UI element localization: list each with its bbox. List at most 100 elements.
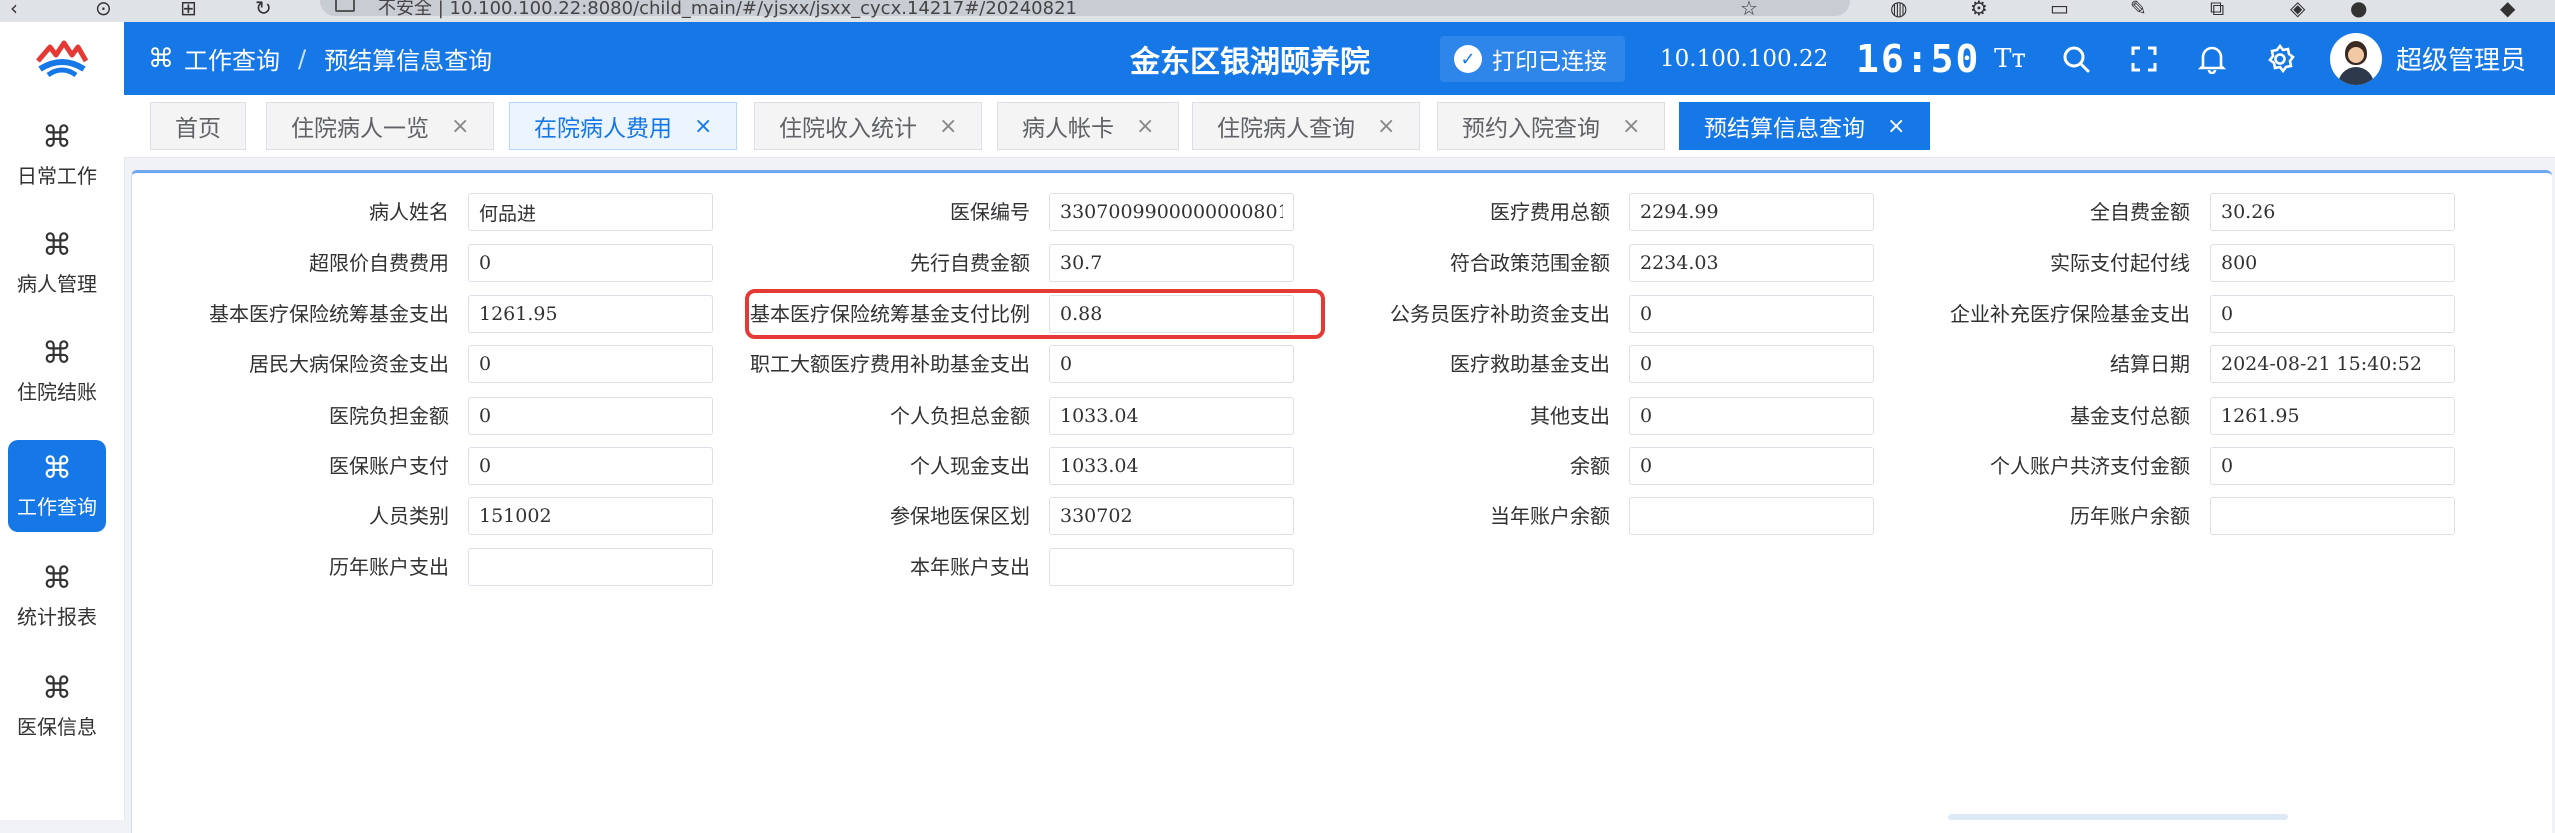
- bell-icon[interactable]: [2190, 36, 2234, 82]
- policy-scope-amount-field[interactable]: [1629, 244, 1874, 282]
- close-icon[interactable]: ×: [1887, 114, 1905, 139]
- employee-large-subsidy-field[interactable]: [1049, 345, 1294, 383]
- tab-home[interactable]: 首页: [150, 102, 246, 150]
- label-civil-servant-subsidy: 公务员医疗补助资金支出: [1390, 302, 1610, 326]
- civil-servant-subsidy-field[interactable]: [1629, 295, 1874, 333]
- page-info-icon[interactable]: [335, 0, 355, 12]
- tab-pre-settlement-query[interactable]: 预结算信息查询 ×: [1679, 102, 1931, 150]
- tab-label: 预约入院查询: [1462, 116, 1600, 142]
- tab-label: 在院病人费用: [534, 116, 672, 142]
- horizontal-scrollbar[interactable]: [1948, 814, 2288, 820]
- star-icon[interactable]: ☆: [1740, 0, 1758, 20]
- personal-account-mutual-field[interactable]: [2210, 447, 2455, 485]
- label-other-expense: 其他支出: [1530, 404, 1610, 428]
- insured-region-field[interactable]: [1049, 497, 1294, 535]
- app-logo: [0, 22, 124, 95]
- tab-inpatient-fees[interactable]: 在院病人费用 ×: [509, 102, 738, 150]
- label-enterprise-supplement: 企业补充医疗保险基金支出: [1950, 302, 2190, 326]
- breadcrumb-separator: /: [298, 44, 307, 73]
- apps-icon[interactable]: ⊞: [180, 0, 197, 20]
- ip-address: 10.100.100.22: [1660, 45, 1829, 72]
- refresh-chrome-icon[interactable]: ↻: [255, 0, 272, 20]
- profile-icon[interactable]: ●: [2350, 0, 2367, 20]
- sidebar-item-daily-work[interactable]: ⌘ 日常工作: [8, 109, 106, 201]
- sidebar-item-inpatient-checkout[interactable]: ⌘ 住院结账: [8, 325, 106, 417]
- settings-chrome-icon[interactable]: ⚙: [1970, 0, 1988, 20]
- grid-icon: ⌘: [42, 119, 72, 155]
- tab-label: 病人帐卡: [1022, 116, 1114, 142]
- print-status-badge[interactable]: ✓ 打印已连接: [1440, 36, 1625, 82]
- deductible-line-field[interactable]: [2210, 244, 2455, 282]
- balance-field[interactable]: [1629, 447, 1874, 485]
- tab-income-stats[interactable]: 住院收入统计 ×: [754, 102, 983, 150]
- label-employee-large-subsidy: 职工大额医疗费用补助基金支出: [750, 352, 1030, 376]
- personal-total-burden-field[interactable]: [1049, 397, 1294, 435]
- collections-icon[interactable]: ▭: [2050, 0, 2069, 20]
- tab-inpatient-query[interactable]: 住院病人查询 ×: [1192, 102, 1421, 150]
- over-limit-self-pay-field[interactable]: [468, 244, 713, 282]
- other-expense-field[interactable]: [1629, 397, 1874, 435]
- sidebar-item-insurance-info[interactable]: ⌘ 医保信息: [8, 660, 106, 752]
- close-icon[interactable]: ×: [451, 114, 469, 139]
- current-year-balance-field[interactable]: [1629, 497, 1874, 535]
- back-arrow-icon[interactable]: ‹: [10, 0, 18, 20]
- sidebar-item-patient-management[interactable]: ⌘ 病人管理: [8, 217, 106, 309]
- label-personal-total-burden: 个人负担总金额: [890, 404, 1030, 428]
- medical-aid-fund-field[interactable]: [1629, 345, 1874, 383]
- total-medical-cost-field[interactable]: [1629, 193, 1874, 231]
- insurance-number-field[interactable]: [1049, 193, 1294, 231]
- gear-icon[interactable]: [2258, 36, 2302, 82]
- grid-icon: ⌘: [42, 670, 72, 706]
- user-menu[interactable]: 超级管理员: [2330, 22, 2526, 95]
- extension-icon[interactable]: ◍: [1890, 0, 1907, 20]
- label-past-account-expense: 历年账户支出: [329, 555, 449, 579]
- label-resident-critical-illness: 居民大病保险资金支出: [249, 352, 449, 376]
- label-current-year-balance: 当年账户余额: [1490, 504, 1610, 528]
- patient-name-field[interactable]: [468, 193, 713, 231]
- tab-inpatient-list[interactable]: 住院病人一览 ×: [266, 102, 495, 150]
- close-icon[interactable]: ×: [694, 114, 712, 139]
- shield-icon[interactable]: ◈: [2290, 0, 2305, 20]
- sidebar-item-work-query[interactable]: ⌘ 工作查询: [8, 440, 106, 532]
- search-icon[interactable]: [2054, 36, 2098, 82]
- fullscreen-icon[interactable]: [2122, 36, 2166, 82]
- close-icon[interactable]: ×: [1377, 114, 1395, 139]
- advance-self-pay-field[interactable]: [1049, 244, 1294, 282]
- sidebar-item-statistics[interactable]: ⌘ 统计报表: [8, 550, 106, 642]
- close-icon[interactable]: ×: [1136, 114, 1154, 139]
- label-basic-fund-expense: 基本医疗保险统筹基金支出: [209, 302, 449, 326]
- grid-icon: ⌘: [42, 560, 72, 596]
- logo-icon: [36, 40, 89, 77]
- info-icon[interactable]: ⊙: [95, 0, 112, 20]
- sidebar-item-label: 住院结账: [17, 379, 97, 404]
- hospital-burden-field[interactable]: [468, 397, 713, 435]
- close-icon[interactable]: ×: [1622, 114, 1640, 139]
- address-text[interactable]: 不安全 | 10.100.100.22:8080/child_main/#/yj…: [378, 0, 1077, 20]
- enterprise-supplement-field[interactable]: [2210, 295, 2455, 333]
- tab-appointment-query[interactable]: 预约入院查询 ×: [1437, 102, 1666, 150]
- split-icon[interactable]: ⧉: [2210, 0, 2224, 20]
- personal-cash-field[interactable]: [1049, 447, 1294, 485]
- fund-total-field[interactable]: [2210, 397, 2455, 435]
- close-icon[interactable]: ×: [939, 114, 957, 139]
- tab-patient-account[interactable]: 病人帐卡 ×: [997, 102, 1180, 150]
- breadcrumb-root[interactable]: 工作查询: [184, 41, 280, 76]
- full-self-pay-field[interactable]: [2210, 193, 2455, 231]
- label-insured-region: 参保地医保区划: [890, 504, 1030, 528]
- sidebar-item-label: 病人管理: [17, 271, 97, 296]
- past-years-balance-field[interactable]: [2210, 497, 2455, 535]
- past-account-expense-field[interactable]: [468, 548, 713, 586]
- pen-icon[interactable]: ✎: [2130, 0, 2147, 20]
- basic-fund-expense-field[interactable]: [468, 295, 713, 333]
- tab-label: 预结算信息查询: [1704, 116, 1865, 142]
- copilot-icon[interactable]: ◆: [2500, 0, 2515, 20]
- font-size-icon[interactable]: Tт: [1988, 36, 2032, 82]
- basic-fund-ratio-field[interactable]: [1049, 295, 1294, 333]
- current-year-expense-field[interactable]: [1049, 548, 1294, 586]
- person-category-field[interactable]: [468, 497, 713, 535]
- settlement-date-field[interactable]: [2210, 345, 2455, 383]
- sidebar-item-label: 工作查询: [17, 494, 97, 519]
- insurance-account-pay-field[interactable]: [468, 447, 713, 485]
- label-patient-name: 病人姓名: [369, 200, 449, 224]
- resident-critical-illness-field[interactable]: [468, 345, 713, 383]
